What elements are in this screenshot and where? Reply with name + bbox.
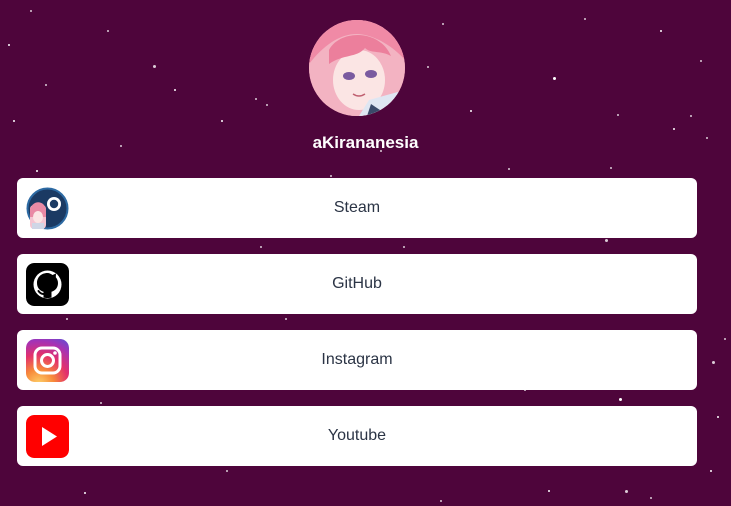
star-dot xyxy=(673,128,675,130)
link-list: Steam GitHub Instagram Youtube xyxy=(17,178,697,482)
star-dot xyxy=(266,104,268,106)
steam-link-button[interactable]: Steam xyxy=(17,178,697,238)
star-dot xyxy=(625,490,628,493)
instagram-link-label: Instagram xyxy=(321,351,393,368)
profile-username: aKirananesia xyxy=(312,133,419,152)
star-dot xyxy=(30,10,32,12)
star-dot xyxy=(440,500,442,502)
star-dot xyxy=(221,120,223,122)
github-icon xyxy=(26,263,69,306)
steam-icon xyxy=(26,187,69,230)
github-link-button[interactable]: GitHub xyxy=(17,254,697,314)
instagram-link-button[interactable]: Instagram xyxy=(17,330,697,390)
instagram-icon xyxy=(26,339,69,382)
star-dot xyxy=(584,18,586,20)
star-dot xyxy=(153,65,156,68)
star-dot xyxy=(610,167,612,169)
star-dot xyxy=(107,30,109,32)
star-dot xyxy=(36,170,38,172)
star-dot xyxy=(690,115,692,117)
star-dot xyxy=(710,470,712,472)
star-dot xyxy=(700,60,702,62)
star-dot xyxy=(548,490,550,492)
star-dot xyxy=(617,114,619,116)
github-link-label: GitHub xyxy=(332,275,382,292)
star-dot xyxy=(255,98,257,100)
star-dot xyxy=(717,416,719,418)
youtube-link-label: Youtube xyxy=(327,427,387,444)
star-dot xyxy=(712,361,715,364)
star-dot xyxy=(174,89,176,91)
anime-avatar-icon xyxy=(309,20,405,116)
youtube-icon xyxy=(26,415,69,458)
star-dot xyxy=(508,168,510,170)
star-dot xyxy=(427,66,429,68)
star-dot xyxy=(724,338,726,340)
star-dot xyxy=(45,84,47,86)
steam-link-label: Steam xyxy=(333,199,381,216)
avatar xyxy=(309,20,405,116)
star-dot xyxy=(553,77,556,80)
youtube-link-button[interactable]: Youtube xyxy=(17,406,697,466)
star-dot xyxy=(13,120,15,122)
star-dot xyxy=(660,30,662,32)
star-dot xyxy=(470,110,472,112)
star-dot xyxy=(8,44,10,46)
star-dot xyxy=(442,23,444,25)
star-dot xyxy=(650,497,652,499)
star-dot xyxy=(330,175,332,177)
star-dot xyxy=(84,492,86,494)
